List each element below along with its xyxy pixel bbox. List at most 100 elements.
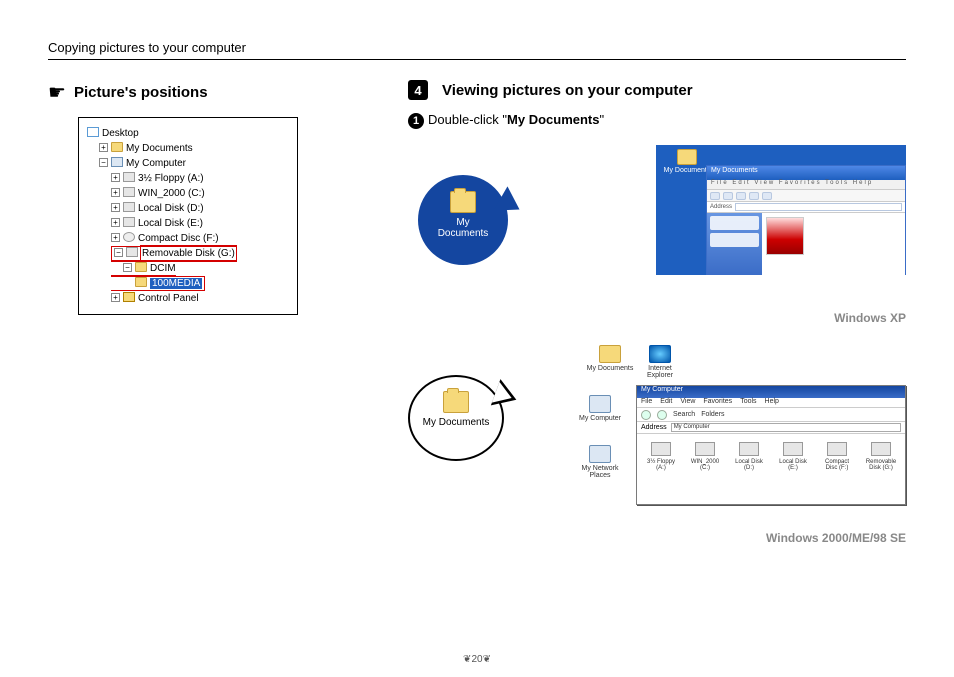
drive-item: Compact Disc (F:)	[819, 442, 855, 471]
cd-icon	[123, 232, 135, 242]
right-heading: Viewing pictures on your computer	[442, 82, 693, 99]
figure-windows-2k: My Documents My Documents Internet Explo…	[408, 345, 906, 525]
drive-item: Local Disk (E:)	[775, 442, 811, 471]
os-label-2k: Windows 2000/ME/98 SE	[408, 531, 906, 545]
page-header: Copying pictures to your computer	[48, 40, 906, 60]
drive-item: 3½ Floppy (A:)	[643, 442, 679, 471]
classic-desktop: My Documents Internet Explorer My Comput…	[576, 345, 906, 515]
tree-cd: Compact Disc (F:)	[138, 233, 219, 244]
menu-item: Help	[765, 398, 779, 407]
window-addressbar: Address My Computer	[637, 422, 905, 434]
menu-item: View	[680, 398, 695, 407]
menu-item: File	[641, 398, 652, 407]
tree-localD: Local Disk (D:)	[138, 203, 204, 214]
window-titlebar: My Computer	[637, 386, 905, 398]
menu-item: Favorites	[703, 398, 732, 407]
drive-label: Compact Disc (F:)	[825, 459, 849, 471]
drive-label: 3½ Floppy (A:)	[647, 459, 675, 471]
tree-desktop: Desktop	[102, 128, 139, 139]
os-label-xp: Windows XP	[408, 311, 906, 325]
control-panel-icon	[123, 292, 135, 302]
folder-icon	[450, 191, 476, 213]
tree-100media: 100MEDIA	[150, 278, 202, 289]
tree-win2000: WIN_2000 (C:)	[138, 188, 205, 199]
hand-point-icon: ☛	[48, 80, 66, 105]
window-toolbar	[707, 190, 905, 202]
bubble-label: My Documents	[430, 217, 496, 239]
icon-label: My Network Places	[582, 465, 619, 479]
folder-tree: Desktop +My Documents −My Computer +3½ F…	[78, 117, 298, 315]
floppy-icon	[123, 172, 135, 182]
address-label: Address	[710, 204, 732, 210]
desktop-icon-mycomp: My Computer	[576, 395, 624, 422]
toolbar-search: Search	[673, 411, 695, 418]
expander-icon: +	[111, 293, 120, 302]
instruction-line: 1 Double-click "My Documents"	[408, 112, 906, 129]
drives-area: 3½ Floppy (A:) WIN_2000 (C:) Local Disk …	[637, 434, 905, 479]
window-menubar: File Edit View Favorites Tools Help	[637, 398, 905, 408]
xp-desktop: My Documents My Documents File Edit View…	[656, 145, 906, 275]
expander-icon: +	[111, 188, 120, 197]
computer-icon	[111, 157, 123, 167]
tree-mydocs: My Documents	[126, 143, 193, 154]
desktop-icon-ie: Internet Explorer	[636, 345, 684, 379]
forward-icon	[657, 410, 667, 420]
desktop-icon-mydocs: My Documents	[586, 345, 634, 372]
drive-label: Local Disk (D:)	[735, 459, 763, 471]
bubble-label: My Documents	[420, 417, 492, 428]
desktop-icon-mydocs: My Documents	[662, 149, 712, 174]
drive-label: Local Disk (E:)	[779, 459, 807, 471]
expander-icon: −	[123, 263, 132, 272]
window-content	[762, 213, 905, 275]
window-addressbar: Address	[707, 202, 905, 213]
address-field: My Computer	[671, 423, 901, 432]
tree-removable: Removable Disk (G:)	[141, 246, 236, 261]
tree-dcim: DCIM	[150, 263, 176, 274]
folder-icon	[135, 277, 147, 287]
expander-icon: +	[99, 143, 108, 152]
xp-explorer-window: My Documents File Edit View Favorites To…	[706, 165, 906, 275]
desktop-icon-network: My Network Places	[576, 445, 624, 479]
toolbar-folders: Folders	[701, 411, 724, 418]
instr-prefix: Double-click "	[428, 112, 507, 127]
highlighted-branch: −Removable Disk (G:) −DCIM 100MEDIA	[111, 246, 236, 291]
callout-bubble-xp: My Documents	[418, 175, 508, 265]
icon-label: My Documents	[587, 365, 634, 372]
drive-icon	[123, 202, 135, 212]
drive-item: WIN_2000 (C:)	[687, 442, 723, 471]
drive-item: Local Disk (D:)	[731, 442, 767, 471]
folder-icon	[135, 262, 147, 272]
substep-number-badge: 1	[408, 113, 424, 129]
folder-icon	[443, 391, 469, 413]
window-sidepanel	[707, 213, 762, 275]
callout-bubble-2k: My Documents	[408, 375, 504, 461]
icon-label: My Computer	[579, 415, 621, 422]
expander-icon: −	[99, 158, 108, 167]
menu-item: Edit	[660, 398, 672, 407]
left-heading: Picture's positions	[74, 84, 208, 101]
classic-explorer-window: My Computer File Edit View Favorites Too…	[636, 385, 906, 505]
icon-label: My Documents	[664, 167, 711, 174]
page-number: ❦20❦	[0, 654, 954, 665]
address-label: Address	[641, 424, 667, 431]
folder-icon	[111, 142, 123, 152]
instr-bold: My Documents	[507, 112, 599, 127]
expander-icon: +	[111, 173, 120, 182]
tree-localE: Local Disk (E:)	[138, 218, 203, 229]
back-icon	[641, 410, 651, 420]
window-toolbar: Search Folders	[637, 408, 905, 422]
menu-item: Tools	[740, 398, 756, 407]
step-number-badge: 4	[408, 80, 428, 100]
picture-thumbnail	[766, 217, 804, 255]
instr-suffix: "	[600, 112, 605, 127]
expander-icon: +	[111, 203, 120, 212]
window-titlebar: My Documents	[707, 166, 905, 180]
tree-mycomp: My Computer	[126, 158, 186, 169]
icon-label: Internet Explorer	[647, 365, 673, 379]
desktop-icon	[87, 127, 99, 137]
expander-icon: +	[111, 233, 120, 242]
drive-item: Removable Disk (G:)	[863, 442, 899, 471]
expander-icon: +	[111, 218, 120, 227]
expander-icon: −	[114, 248, 123, 257]
drive-label: WIN_2000 (C:)	[691, 459, 719, 471]
